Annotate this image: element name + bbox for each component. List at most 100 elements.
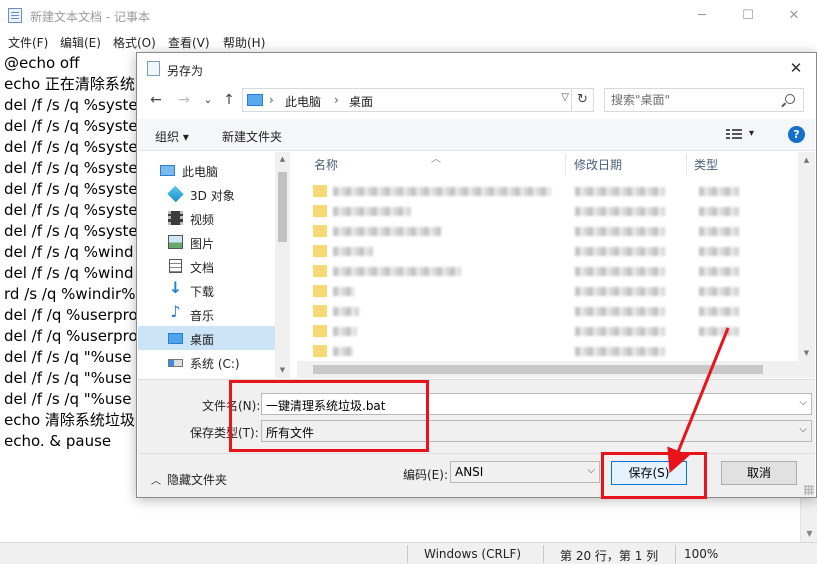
nav-item-videos[interactable]: 视频 bbox=[138, 206, 275, 230]
folder-icon bbox=[313, 185, 327, 197]
folder-icon bbox=[313, 265, 327, 277]
list-item[interactable] bbox=[313, 262, 793, 282]
nav-item-downloads[interactable]: ↓ 下载 bbox=[138, 278, 275, 302]
status-cursor-position: 第 20 行，第 1 列 bbox=[560, 549, 659, 563]
search-icon[interactable] bbox=[785, 94, 795, 104]
blurred-text bbox=[575, 267, 665, 276]
folder-icon bbox=[313, 285, 327, 297]
breadcrumb-desktop[interactable]: 桌面 bbox=[349, 93, 373, 110]
breadcrumb-this-pc[interactable]: 此电脑 bbox=[285, 93, 321, 110]
blurred-text bbox=[699, 307, 739, 316]
file-list-horizontal-scrollbar[interactable] bbox=[297, 361, 798, 378]
list-item[interactable] bbox=[313, 222, 793, 242]
dialog-title-icon bbox=[147, 61, 160, 76]
organize-button[interactable]: 组织 ▾ bbox=[155, 128, 189, 145]
list-item[interactable] bbox=[313, 202, 793, 222]
nav-pane-scrollbar[interactable]: ▲ ▼ bbox=[275, 152, 290, 378]
blurred-text bbox=[575, 287, 665, 296]
cancel-button[interactable]: 取消 bbox=[721, 461, 797, 485]
drive-icon bbox=[168, 359, 183, 367]
scroll-thumb[interactable] bbox=[278, 172, 287, 242]
scroll-down-icon[interactable]: ▼ bbox=[801, 525, 817, 542]
code-line: del /f /s /q "%use bbox=[4, 369, 132, 387]
blurred-text bbox=[699, 207, 739, 216]
forward-arrow-icon[interactable]: → bbox=[173, 89, 195, 111]
menu-view[interactable]: 查看(V) bbox=[168, 34, 210, 51]
column-header-name[interactable]: 名称 bbox=[314, 152, 338, 178]
nav-item-label: 桌面 bbox=[190, 333, 215, 347]
chevron-down-icon[interactable]: ⌵ bbox=[799, 424, 807, 435]
status-line-ending: Windows (CRLF) bbox=[424, 547, 522, 561]
nav-item-label: 3D 对象 bbox=[190, 189, 235, 203]
address-bar[interactable]: › 此电脑 › 桌面 ▽ ↻ bbox=[242, 88, 594, 112]
code-line: del /f /s /q %syste bbox=[4, 201, 138, 219]
scroll-up-icon[interactable]: ▲ bbox=[275, 152, 290, 167]
scroll-down-icon[interactable]: ▼ bbox=[275, 363, 290, 378]
column-header-modified[interactable]: 修改日期 bbox=[574, 152, 622, 178]
nav-item-pictures[interactable]: 图片 bbox=[138, 230, 275, 254]
chevron-down-icon[interactable]: ⌵ bbox=[799, 397, 807, 408]
notepad-titlebar: 新建文本文档 - 记事本 ─ ☐ ✕ bbox=[0, 0, 817, 31]
scroll-up-icon[interactable]: ▲ bbox=[798, 152, 815, 168]
list-item[interactable] bbox=[313, 302, 793, 322]
code-line: rd /s /q %windir% bbox=[4, 285, 136, 303]
code-line: echo 清除系统垃圾 bbox=[4, 411, 135, 429]
code-line: del /f /q %userpro bbox=[4, 306, 138, 324]
chevron-down-icon[interactable]: ▽ bbox=[561, 92, 569, 103]
new-folder-button[interactable]: 新建文件夹 bbox=[222, 128, 282, 145]
pictures-icon bbox=[168, 235, 183, 249]
code-line: echo 正在清除系统 bbox=[4, 75, 135, 93]
nav-item-label: 音乐 bbox=[190, 309, 215, 323]
file-list-vertical-scrollbar[interactable]: ▲ ▼ bbox=[798, 152, 815, 378]
dialog-close-icon[interactable]: ✕ bbox=[782, 56, 810, 80]
up-arrow-icon[interactable]: ↑ bbox=[218, 89, 240, 111]
scroll-down-icon[interactable]: ▼ bbox=[798, 345, 815, 361]
nav-item-documents[interactable]: 文档 bbox=[138, 254, 275, 278]
refresh-icon[interactable]: ↻ bbox=[571, 89, 593, 111]
code-line: del /f /s /q %syste bbox=[4, 117, 138, 135]
video-icon bbox=[168, 211, 183, 225]
blurred-text bbox=[333, 287, 355, 296]
downloads-icon: ↓ bbox=[168, 278, 183, 297]
nav-item-system-drive[interactable]: 系统 (C:) bbox=[138, 350, 275, 374]
blurred-text bbox=[699, 227, 739, 236]
blurred-text bbox=[333, 187, 551, 196]
blurred-text bbox=[699, 287, 739, 296]
menu-edit[interactable]: 编辑(E) bbox=[60, 34, 101, 51]
nav-item-music[interactable]: ♪ 音乐 bbox=[138, 302, 275, 326]
blurred-text bbox=[333, 307, 359, 316]
nav-item-this-pc[interactable]: 此电脑 bbox=[138, 158, 275, 182]
nav-item-label: 视频 bbox=[190, 213, 215, 227]
nav-item-desktop[interactable]: 桌面 bbox=[138, 326, 275, 350]
list-item[interactable] bbox=[313, 182, 793, 202]
resize-grip-icon[interactable] bbox=[804, 485, 814, 495]
scroll-thumb[interactable] bbox=[313, 365, 763, 374]
list-item[interactable] bbox=[313, 242, 793, 262]
menu-format[interactable]: 格式(O) bbox=[113, 34, 156, 51]
list-item[interactable] bbox=[313, 282, 793, 302]
help-icon[interactable]: ? bbox=[788, 126, 805, 143]
nav-item-3d-objects[interactable]: 3D 对象 bbox=[138, 182, 275, 206]
encoding-value: ANSI bbox=[455, 465, 484, 479]
column-divider bbox=[565, 154, 566, 176]
search-input[interactable] bbox=[611, 93, 771, 107]
close-button[interactable]: ✕ bbox=[771, 0, 817, 31]
menu-file[interactable]: 文件(F) bbox=[8, 34, 48, 51]
maximize-button[interactable]: ☐ bbox=[725, 0, 771, 31]
blurred-text bbox=[333, 347, 353, 356]
hide-folders-toggle[interactable]: ︿ 隐藏文件夹 bbox=[151, 471, 227, 488]
back-arrow-icon[interactable]: ← bbox=[145, 89, 167, 111]
code-line: del /f /s /q %syste bbox=[4, 159, 138, 177]
chevron-down-icon[interactable]: ⌵ bbox=[587, 465, 595, 476]
search-box[interactable] bbox=[604, 88, 804, 112]
recent-locations-icon[interactable]: ⌄ bbox=[197, 89, 219, 111]
column-header-type[interactable]: 类型 bbox=[694, 152, 718, 178]
list-item[interactable] bbox=[313, 322, 793, 342]
encoding-select[interactable]: ANSI ⌵ bbox=[450, 461, 600, 483]
list-item[interactable] bbox=[313, 342, 793, 362]
view-chevron-down-icon[interactable]: ▾ bbox=[749, 128, 754, 139]
folder-icon bbox=[313, 325, 327, 337]
view-options-icon[interactable] bbox=[726, 129, 742, 141]
menu-help[interactable]: 帮助(H) bbox=[223, 34, 265, 51]
minimize-button[interactable]: ─ bbox=[679, 0, 725, 31]
